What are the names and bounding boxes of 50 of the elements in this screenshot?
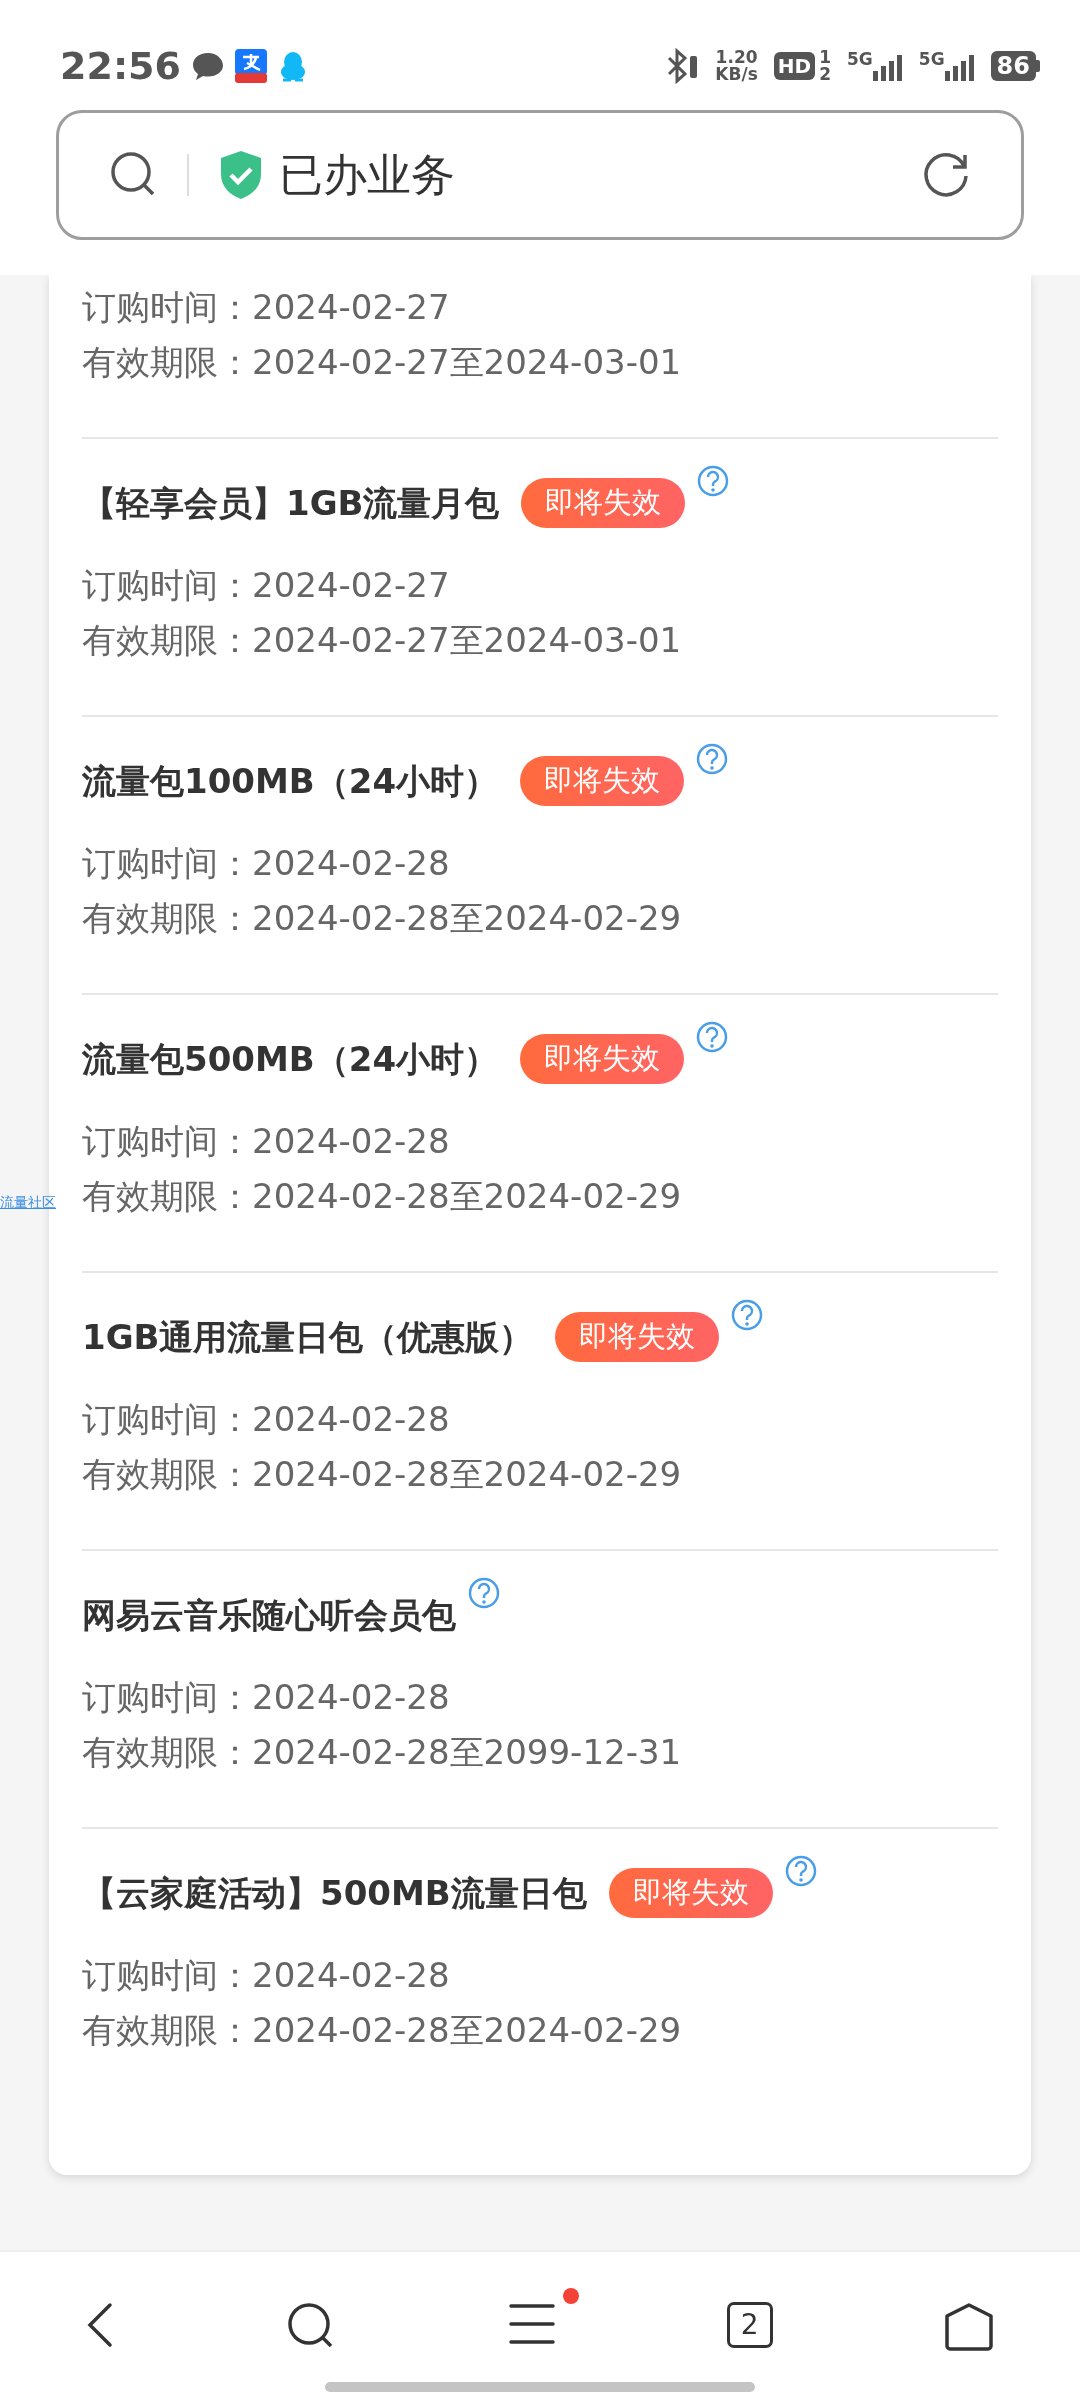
- validity-period: 有效期限：2024-02-27至2024-03-01: [82, 619, 683, 662]
- bird-app-icon: [278, 50, 307, 82]
- order-date: 订购时间：2024-02-27: [82, 286, 451, 329]
- help-icon[interactable]: [696, 1021, 729, 1053]
- order-date: 订购时间：2024-02-28: [82, 1954, 451, 1997]
- package-title: 流量包100MB（24小时）: [82, 759, 499, 803]
- validity-period: 有效期限：2024-02-27至2024-03-01: [82, 341, 683, 384]
- order-date: 订购时间：2024-02-28: [82, 842, 451, 885]
- order-date: 订购时间：2024-02-27: [82, 564, 451, 607]
- help-icon[interactable]: [731, 1299, 764, 1331]
- validity-period: 有效期限：2024-02-28至2024-02-29: [82, 1453, 683, 1496]
- order-date: 订购时间：2024-02-28: [82, 1120, 451, 1163]
- speed-unit: KB/s: [715, 66, 758, 83]
- hd-voice-badge: HD: [773, 52, 816, 80]
- package-title: 【云家庭活动】500MB流量日包: [82, 1871, 587, 1915]
- battery-tip: [1036, 60, 1040, 72]
- refresh-icon[interactable]: [921, 150, 971, 200]
- battery-level: 86: [990, 51, 1036, 81]
- network-type: 5G: [847, 51, 873, 68]
- home-button[interactable]: [944, 2302, 995, 2352]
- order-date: 订购时间：2024-02-28: [82, 1676, 451, 1719]
- package-title: 【轻享会员】1GB流量月包: [82, 481, 500, 525]
- clock: 22:56: [60, 42, 181, 90]
- help-icon[interactable]: [468, 1577, 500, 1609]
- chat-bubble-icon: [190, 50, 225, 82]
- network-speed: 1.20: [715, 49, 758, 66]
- validity-period: 有效期限：2024-02-28至2024-02-29: [82, 2009, 683, 2052]
- status-tag: 即将失效: [608, 1868, 773, 1918]
- status-tag: 即将失效: [521, 478, 686, 528]
- payment-app-icon: [234, 49, 267, 83]
- sim-number: 2: [819, 66, 831, 83]
- status-tag: 即将失效: [520, 1034, 685, 1084]
- package-title: 1GB通用流量日包（优惠版）: [82, 1315, 534, 1359]
- validity-period: 有效期限：2024-02-28至2024-02-29: [82, 897, 683, 940]
- status-tag: 即将失效: [555, 1312, 720, 1362]
- help-icon[interactable]: [697, 465, 730, 497]
- help-icon[interactable]: [784, 1855, 817, 1887]
- status-tag: 即将失效: [520, 756, 685, 806]
- help-icon[interactable]: [696, 743, 729, 775]
- bluetooth-icon: [665, 48, 700, 84]
- network-type: 5G: [918, 51, 945, 68]
- sim-number: 1: [819, 49, 831, 66]
- page-title: 已办业务: [279, 148, 455, 202]
- validity-period: 有效期限：2024-02-28至2099-12-31: [82, 1731, 683, 1774]
- order-date: 订购时间：2024-02-28: [82, 1398, 451, 1441]
- address-bar[interactable]: 已办业务: [56, 110, 1024, 240]
- package-title: 流量包500MB（24小时）: [82, 1037, 499, 1081]
- tabs-button[interactable]: 2: [726, 2302, 773, 2348]
- validity-period: 有效期限：2024-02-28至2024-02-29: [82, 1175, 683, 1218]
- package-title: 网易云音乐随心听会员包: [82, 1593, 456, 1637]
